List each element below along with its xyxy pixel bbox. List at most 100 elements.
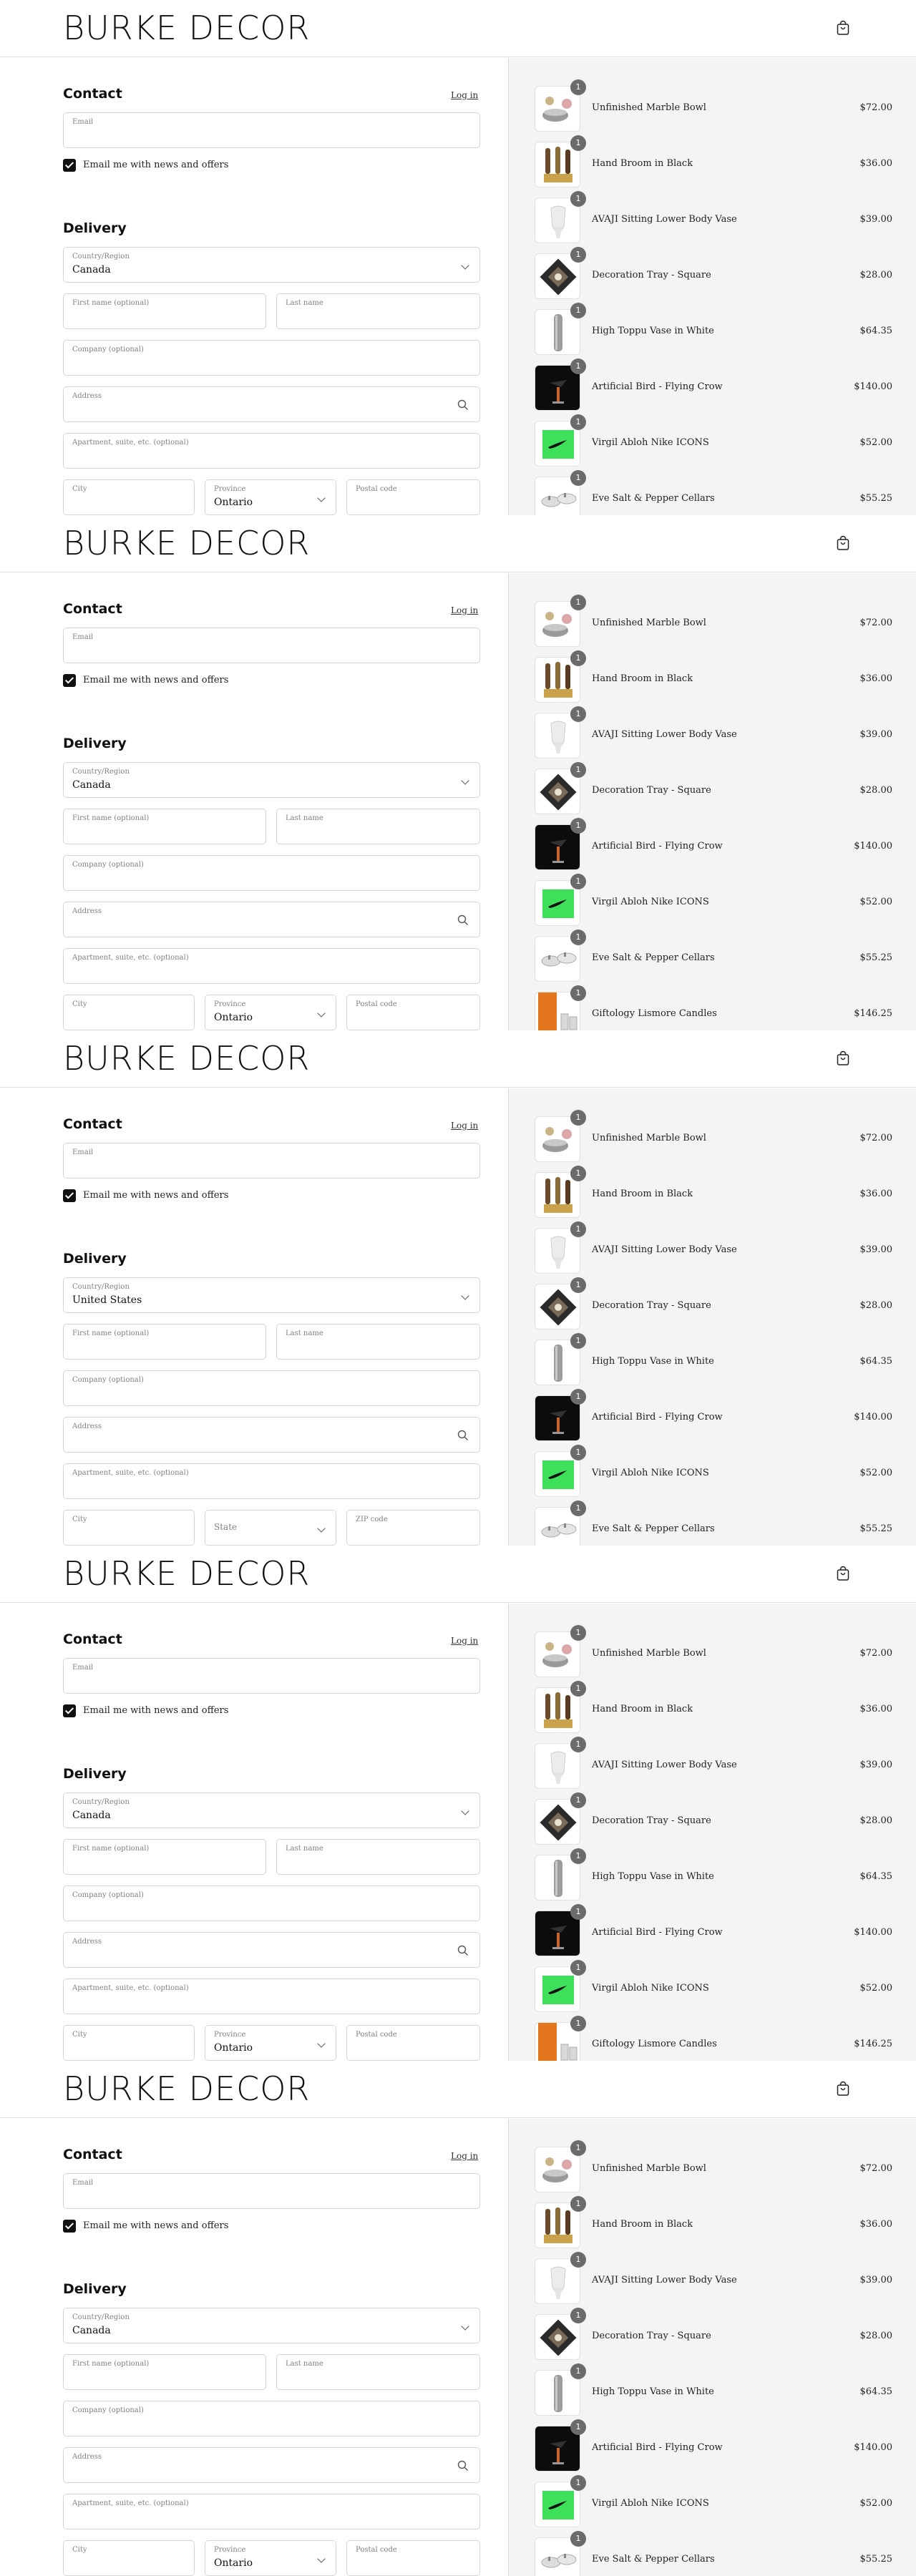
quantity-badge: 1 xyxy=(570,650,586,666)
first-name-field[interactable]: First name (optional) xyxy=(63,293,266,329)
apartment-placeholder: Apartment, suite, etc. (optional) xyxy=(72,2499,189,2507)
apartment-placeholder: Apartment, suite, etc. (optional) xyxy=(72,954,189,962)
address-field[interactable]: Address xyxy=(63,2447,480,2483)
line-item: 1 Decoration Tray - Square $28.00 xyxy=(535,247,892,299)
apartment-field[interactable]: Apartment, suite, etc. (optional) xyxy=(63,2494,480,2529)
last-name-placeholder: Last name xyxy=(286,1845,323,1853)
shopping-bag-icon[interactable] xyxy=(834,1050,852,1067)
login-link[interactable]: Log in xyxy=(451,1636,478,1646)
postal-code-field[interactable]: Postal code xyxy=(346,2540,480,2576)
postal-code-field[interactable]: Postal code xyxy=(346,479,480,515)
state-select[interactable]: State xyxy=(205,1510,336,1546)
company-field[interactable]: Company (optional) xyxy=(63,855,480,891)
login-link[interactable]: Log in xyxy=(451,2151,478,2161)
newsletter-checkbox[interactable] xyxy=(63,1189,76,1202)
first-name-field[interactable]: First name (optional) xyxy=(63,809,266,844)
email-field[interactable]: Email xyxy=(63,1658,480,1694)
company-field[interactable]: Company (optional) xyxy=(63,340,480,376)
last-name-field[interactable]: Last name xyxy=(276,809,480,844)
last-name-field[interactable]: Last name xyxy=(276,1324,480,1360)
province-select[interactable]: Province Ontario xyxy=(205,995,336,1030)
country-select[interactable]: Country/Region United States xyxy=(63,1277,480,1313)
login-link[interactable]: Log in xyxy=(451,1121,478,1131)
province-select[interactable]: Province Ontario xyxy=(205,479,336,515)
shopping-bag-icon[interactable] xyxy=(834,535,852,552)
product-price: $146.25 xyxy=(854,1008,892,1019)
brand-logo[interactable]: BURKE DECOR xyxy=(63,524,310,562)
address-field[interactable]: Address xyxy=(63,902,480,937)
line-item: 1 Decoration Tray - Square $28.00 xyxy=(535,2308,892,2360)
shopping-bag-icon[interactable] xyxy=(834,2080,852,2097)
city-field[interactable]: City xyxy=(63,1510,195,1546)
country-select[interactable]: Country/Region Canada xyxy=(63,1792,480,1828)
product-price: $140.00 xyxy=(854,1927,892,1938)
product-price: $36.00 xyxy=(859,2219,893,2230)
search-icon[interactable] xyxy=(457,914,469,927)
product-price: $28.00 xyxy=(859,1300,893,1311)
city-field[interactable]: City xyxy=(63,479,195,515)
last-name-field[interactable]: Last name xyxy=(276,293,480,329)
brand-logo[interactable]: BURKE DECOR xyxy=(63,1039,310,1078)
first-name-field[interactable]: First name (optional) xyxy=(63,1324,266,1360)
last-name-field[interactable]: Last name xyxy=(276,2354,480,2390)
email-field[interactable]: Email xyxy=(63,628,480,663)
postal-code-placeholder: Postal code xyxy=(356,485,397,493)
company-field[interactable]: Company (optional) xyxy=(63,1370,480,1406)
product-name: Virgil Abloh Nike ICONS xyxy=(592,437,709,448)
postal-code-field[interactable]: ZIP code xyxy=(346,1510,480,1546)
site-header: BURKE DECOR xyxy=(0,1546,916,1603)
product-name: Virgil Abloh Nike ICONS xyxy=(592,897,709,907)
newsletter-checkbox[interactable] xyxy=(63,159,76,172)
apartment-field[interactable]: Apartment, suite, etc. (optional) xyxy=(63,1979,480,2014)
product-price: $72.00 xyxy=(859,618,893,628)
city-field[interactable]: City xyxy=(63,2025,195,2061)
city-field[interactable]: City xyxy=(63,2540,195,2576)
first-name-field[interactable]: First name (optional) xyxy=(63,1839,266,1875)
apartment-field[interactable]: Apartment, suite, etc. (optional) xyxy=(63,948,480,984)
email-field[interactable]: Email xyxy=(63,112,480,148)
newsletter-checkbox[interactable] xyxy=(63,1704,76,1717)
email-field[interactable]: Email xyxy=(63,2173,480,2209)
last-name-field[interactable]: Last name xyxy=(276,1839,480,1875)
login-link[interactable]: Log in xyxy=(451,90,478,100)
city-field[interactable]: City xyxy=(63,995,195,1030)
product-price: $55.25 xyxy=(859,2554,893,2565)
brand-logo[interactable]: BURKE DECOR xyxy=(63,1554,310,1593)
address-field[interactable]: Address xyxy=(63,1932,480,1968)
brand-logo[interactable]: BURKE DECOR xyxy=(63,2069,310,2108)
search-icon[interactable] xyxy=(457,1429,469,1442)
postal-code-field[interactable]: Postal code xyxy=(346,2025,480,2061)
country-select[interactable]: Country/Region Canada xyxy=(63,247,480,283)
address-field[interactable]: Address xyxy=(63,1417,480,1453)
product-price: $64.35 xyxy=(859,326,893,336)
province-select[interactable]: Province Ontario xyxy=(205,2025,336,2061)
first-name-placeholder: First name (optional) xyxy=(72,299,150,307)
email-field[interactable]: Email xyxy=(63,1143,480,1179)
quantity-badge: 1 xyxy=(570,470,586,486)
apartment-field[interactable]: Apartment, suite, etc. (optional) xyxy=(63,1463,480,1499)
shopping-bag-icon[interactable] xyxy=(834,19,852,36)
search-icon[interactable] xyxy=(457,1944,469,1957)
first-name-field[interactable]: First name (optional) xyxy=(63,2354,266,2390)
province-select[interactable]: Province Ontario xyxy=(205,2540,336,2576)
quantity-badge: 1 xyxy=(570,2016,586,2031)
newsletter-checkbox[interactable] xyxy=(63,2220,76,2233)
checkout-form: Contact Log in Email Email me with news … xyxy=(0,573,508,1030)
newsletter-checkbox[interactable] xyxy=(63,674,76,687)
brand-logo[interactable]: BURKE DECOR xyxy=(63,9,310,47)
apartment-field[interactable]: Apartment, suite, etc. (optional) xyxy=(63,433,480,469)
province-value: Ontario xyxy=(214,2042,253,2054)
city-placeholder: City xyxy=(72,485,87,493)
city-placeholder: City xyxy=(72,1000,87,1008)
apartment-placeholder: Apartment, suite, etc. (optional) xyxy=(72,1984,189,1992)
country-select[interactable]: Country/Region Canada xyxy=(63,762,480,798)
search-icon[interactable] xyxy=(457,399,469,411)
company-field[interactable]: Company (optional) xyxy=(63,1885,480,1921)
search-icon[interactable] xyxy=(457,2459,469,2472)
company-field[interactable]: Company (optional) xyxy=(63,2401,480,2436)
country-select[interactable]: Country/Region Canada xyxy=(63,2308,480,2343)
address-field[interactable]: Address xyxy=(63,386,480,422)
login-link[interactable]: Log in xyxy=(451,605,478,615)
postal-code-field[interactable]: Postal code xyxy=(346,995,480,1030)
shopping-bag-icon[interactable] xyxy=(834,1565,852,1582)
